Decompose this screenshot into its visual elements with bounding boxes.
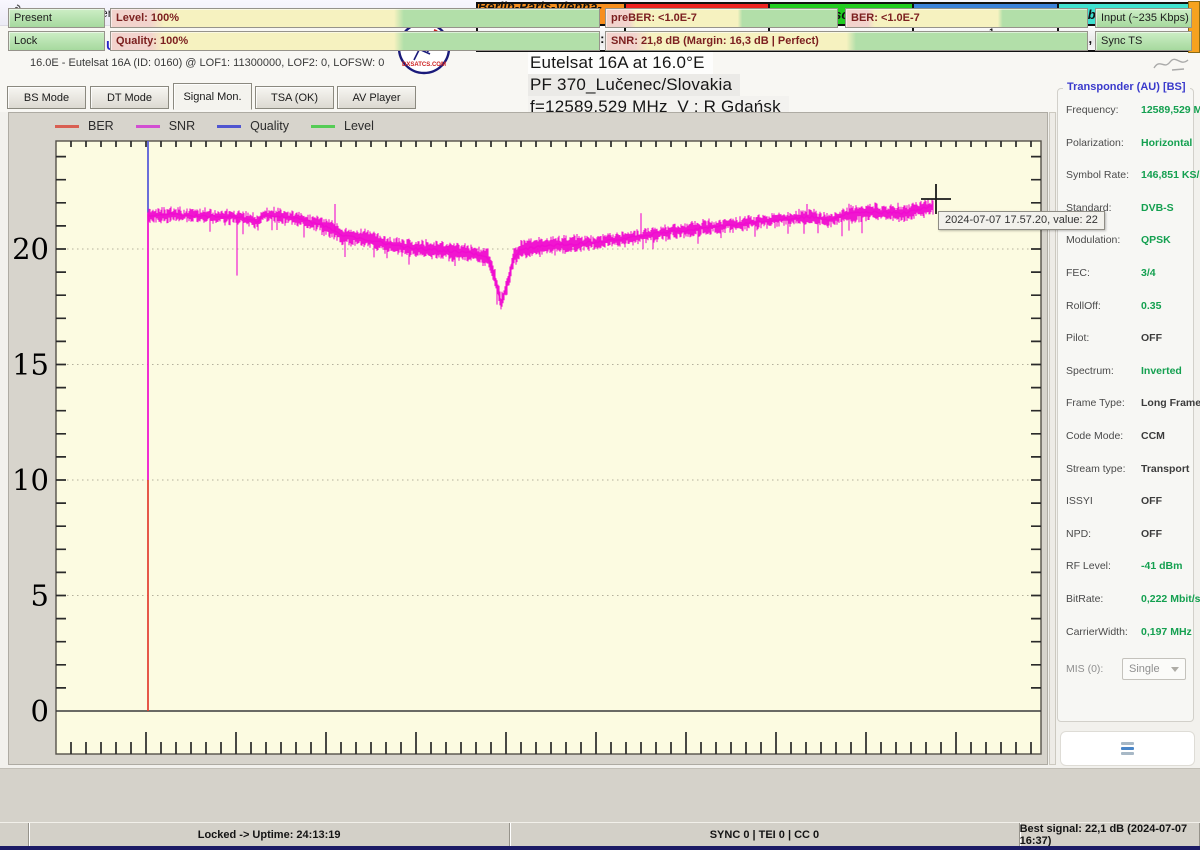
level-line-swatch	[311, 125, 335, 128]
tab-dt-mode[interactable]: DT Mode	[90, 86, 169, 109]
chart-tooltip: 2024-07-07 17.57.20, value: 22	[938, 211, 1105, 230]
row-value: 146,851 KS/s	[1141, 169, 1200, 181]
logo-text: DXSATCS.COM	[402, 62, 446, 68]
legend-ber: BER	[55, 119, 114, 133]
svg-text:0: 0	[31, 694, 49, 728]
mis-select[interactable]: Single	[1122, 658, 1186, 680]
transponder-row: Pilot:OFF	[1066, 332, 1187, 345]
statusbar-spacer	[0, 823, 28, 847]
row-value: 0.35	[1141, 300, 1161, 312]
statusbar-uptime: Locked -> Uptime: 24:13:19	[28, 823, 509, 847]
transponder-row: ISSYIOFF	[1066, 495, 1187, 508]
transponder-row: Stream type:Transport	[1066, 463, 1187, 476]
tuner-details: 16.0E - Eutelsat 16A (ID: 0160) @ LOF1: …	[30, 57, 384, 69]
transponder-row: Code Mode:CCM	[1066, 430, 1187, 443]
server-stack-icon	[1121, 742, 1134, 755]
transponder-row: FEC:3/4	[1066, 267, 1187, 280]
snr-line-swatch	[136, 125, 160, 128]
transponder-row: Frame Type:Long Frame	[1066, 397, 1187, 410]
legend-snr: SNR	[136, 119, 195, 133]
bottom-status-bar: Locked -> Uptime: 24:13:19 SYNC 0 | TEI …	[0, 822, 1200, 847]
transponder-row: RF Level:-41 dBm	[1066, 560, 1187, 573]
row-value: 3/4	[1141, 267, 1156, 279]
mis-row: MIS (0): Single	[1066, 658, 1187, 680]
row-value: 0,222 Mbit/s	[1141, 593, 1200, 605]
row-value: Long Frame	[1141, 397, 1200, 409]
row-value: 0,197 MHz	[1141, 626, 1192, 638]
row-value: -41 dBm	[1141, 560, 1182, 572]
transponder-panel-title: Transponder (AU) [BS]	[1063, 81, 1190, 93]
overlay-satellite: Eutelsat 16A at 16.0°E	[528, 52, 713, 74]
row-value: QPSK	[1141, 234, 1171, 246]
status-present: Present	[8, 8, 105, 28]
chart-plot-area[interactable]: 0 5 10 15 20	[9, 113, 1047, 764]
transponder-row: NPD:OFF	[1066, 528, 1187, 541]
signal-chart[interactable]: 0 5 10 15 20 BER SNR Quality Level	[8, 112, 1048, 765]
chevron-down-icon	[1171, 667, 1179, 672]
row-value: Horizontal	[1141, 137, 1192, 149]
transponder-row: Modulation:QPSK	[1066, 234, 1187, 247]
row-value: Inverted	[1141, 365, 1182, 377]
statusbar-best-signal: Best signal: 22,1 dB (2024-07-07 16:37)	[1019, 823, 1200, 847]
tab-tsa[interactable]: TSA (OK)	[255, 86, 334, 109]
tab-av-player[interactable]: AV Player	[337, 86, 416, 109]
row-value: OFF	[1141, 528, 1162, 540]
transponder-row: Polarization:Horizontal	[1066, 137, 1187, 150]
quality-line-swatch	[217, 125, 241, 128]
svg-text:20: 20	[12, 232, 49, 266]
chart-scrollbar[interactable]	[1049, 112, 1056, 765]
status-area	[0, 768, 1200, 823]
status-preber: preBER: <1.0E-7	[605, 8, 838, 28]
ber-line-swatch	[55, 125, 79, 128]
transponder-row: Symbol Rate:146,851 KS/s	[1066, 169, 1187, 182]
status-quality: Quality: 100%	[110, 31, 600, 51]
transponder-row: Spectrum:Inverted	[1066, 365, 1187, 378]
overlay-site: PF 370_Lučenec/Slovakia	[528, 74, 740, 96]
status-lock: Lock	[8, 31, 105, 51]
legend-level: Level	[311, 119, 374, 133]
status-snr: SNR: 21,8 dB (Margin: 16,3 dB | Perfect)	[605, 31, 1088, 51]
legend-quality: Quality	[217, 119, 289, 133]
signature-icon	[1150, 55, 1192, 73]
row-value: 12589,529 MHz	[1141, 104, 1200, 116]
row-value: DVB-S	[1141, 202, 1174, 214]
transponder-row: RollOff:0.35	[1066, 300, 1187, 313]
status-ber: BER: <1.0E-7	[845, 8, 1088, 28]
transponder-panel: Transponder (AU) [BS] Frequency:12589,52…	[1057, 88, 1194, 722]
row-value: OFF	[1141, 332, 1162, 344]
window-bottom-edge	[0, 846, 1200, 850]
row-value: Transport	[1141, 463, 1189, 475]
transponder-row: Frequency:12589,529 MHz	[1066, 104, 1187, 117]
transponder-row: BitRate:0,222 Mbit/s	[1066, 593, 1187, 606]
status-level: Level: 100%	[110, 8, 600, 28]
transponder-row: CarrierWidth:0,197 MHz	[1066, 626, 1187, 639]
chart-legend: BER SNR Quality Level	[55, 117, 396, 135]
svg-text:15: 15	[12, 348, 49, 382]
tab-signal-mon[interactable]: Signal Mon.	[173, 83, 252, 110]
row-value: OFF	[1141, 495, 1162, 507]
statusbar-sync-counters: SYNC 0 | TEI 0 | CC 0	[509, 823, 1018, 847]
svg-text:10: 10	[12, 463, 49, 497]
status-input: Input (~235 Kbps)	[1095, 8, 1192, 28]
stream-list-button[interactable]	[1060, 731, 1195, 766]
row-value: CCM	[1141, 430, 1165, 442]
status-sync-ts: Sync TS	[1095, 31, 1192, 51]
tab-bs-mode[interactable]: BS Mode	[7, 86, 86, 109]
svg-text:5: 5	[31, 579, 49, 613]
